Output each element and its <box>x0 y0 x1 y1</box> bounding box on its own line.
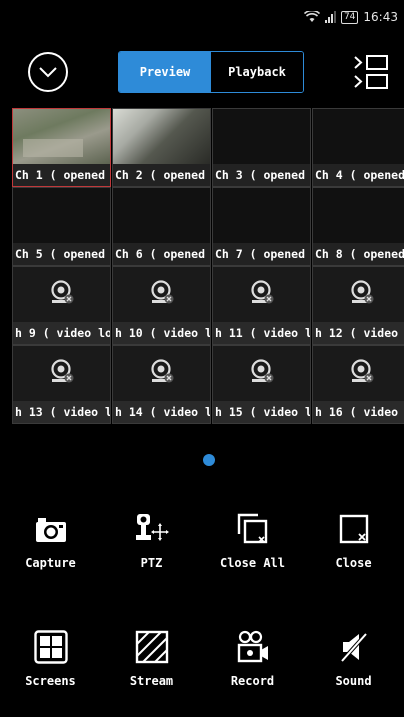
video-feed <box>13 109 110 164</box>
camera-offline-icon <box>49 280 75 310</box>
channel-cell[interactable]: h 15 ( video l <box>212 345 311 424</box>
channel-cell[interactable]: Ch 1 ( opened <box>12 108 111 187</box>
channel-label: Ch 8 ( opened <box>313 243 404 265</box>
screens-button[interactable]: Screens <box>0 630 101 688</box>
channel-label: h 10 ( video l <box>113 322 210 344</box>
ptz-button[interactable]: PTZ <box>101 512 202 570</box>
channel-cell[interactable]: h 10 ( video l <box>112 266 211 345</box>
channel-label: Ch 7 ( opened <box>213 243 310 265</box>
stream-button[interactable]: Stream <box>101 630 202 688</box>
sound-muted-icon <box>339 631 368 664</box>
channel-cell[interactable]: Ch 3 ( opened <box>212 108 311 187</box>
channel-cell[interactable]: h 16 ( video <box>312 345 404 424</box>
toolbar-row-1: Capture PTZ Close All Close <box>0 512 404 570</box>
channel-label: h 12 ( video l <box>313 322 404 344</box>
channel-label: Ch 3 ( opened <box>213 164 310 186</box>
channel-label: Ch 1 ( opened <box>13 164 110 186</box>
channel-label: h 15 ( video l <box>213 401 310 423</box>
clock: 16:43 <box>363 10 398 24</box>
channel-label: h 14 ( video l <box>113 401 210 423</box>
sound-label: Sound <box>335 674 372 688</box>
signal-icon <box>324 11 336 23</box>
video-feed <box>113 109 210 164</box>
status-bar: 74 16:43 <box>0 0 404 36</box>
channel-label: Ch 2 ( opened <box>113 164 210 186</box>
capture-label: Capture <box>25 556 76 570</box>
close-all-icon <box>237 513 267 544</box>
channel-label: Ch 5 ( opened <box>13 243 110 265</box>
close-window-icon <box>339 514 368 544</box>
header: Preview Playback <box>0 40 404 108</box>
battery-indicator: 74 <box>340 10 359 24</box>
channel-label: h 16 ( video <box>313 401 404 423</box>
close-all-label: Close All <box>219 556 286 570</box>
channel-cell[interactable]: Ch 4 ( opened <box>312 108 404 187</box>
capture-button[interactable]: Capture <box>0 512 101 570</box>
screens-grid-icon <box>33 630 68 664</box>
camera-offline-icon <box>349 280 375 310</box>
stream-label: Stream <box>129 674 174 688</box>
channel-cell[interactable]: h 11 ( video l <box>212 266 311 345</box>
channel-label: Ch 6 ( opened <box>113 243 210 265</box>
close-label: Close <box>335 556 372 570</box>
camera-offline-icon <box>49 359 75 389</box>
ptz-label: PTZ <box>140 556 163 570</box>
close-button[interactable]: Close <box>303 512 404 570</box>
channel-cell[interactable]: Ch 8 ( opened <box>312 187 404 266</box>
channel-cell[interactable]: Ch 2 ( opened <box>112 108 211 187</box>
tab-playback[interactable]: Playback <box>211 52 303 92</box>
stream-icon <box>135 630 168 664</box>
channel-cell[interactable]: h 14 ( video l <box>112 345 211 424</box>
channel-label: h 9 ( video lo <box>13 322 110 344</box>
close-all-button[interactable]: Close All <box>202 512 303 570</box>
channel-cell[interactable]: Ch 7 ( opened <box>212 187 311 266</box>
tab-preview[interactable]: Preview <box>119 52 211 92</box>
channel-grid: Ch 1 ( opened Ch 2 ( opened Ch 3 ( opened C… <box>12 108 404 424</box>
channel-cell[interactable]: h 13 ( video l <box>12 345 111 424</box>
device-list-icon[interactable] <box>353 54 389 90</box>
channel-cell[interactable]: Ch 6 ( opened <box>112 187 211 266</box>
channel-label: h 11 ( video l <box>213 322 310 344</box>
camera-offline-icon <box>249 359 275 389</box>
page-indicator-dot[interactable] <box>203 454 215 466</box>
channel-cell[interactable]: h 12 ( video l <box>312 266 404 345</box>
sound-button[interactable]: Sound <box>303 630 404 688</box>
record-label: Record <box>230 674 275 688</box>
channel-label: Ch 4 ( opened <box>313 164 404 186</box>
chevron-down-circle-icon[interactable] <box>28 52 68 92</box>
channel-label: h 13 ( video l <box>13 401 110 423</box>
wifi-icon <box>303 11 320 22</box>
record-button[interactable]: Record <box>202 630 303 688</box>
camera-offline-icon <box>349 359 375 389</box>
camera-icon <box>35 518 66 542</box>
record-icon <box>237 630 268 663</box>
ptz-icon <box>135 514 169 541</box>
camera-offline-icon <box>149 359 175 389</box>
camera-offline-icon <box>149 280 175 310</box>
toolbar-row-2: Screens Stream Record Sound <box>0 630 404 688</box>
channel-cell[interactable]: h 9 ( video lo <box>12 266 111 345</box>
camera-offline-icon <box>249 280 275 310</box>
channel-cell[interactable]: Ch 5 ( opened <box>12 187 111 266</box>
mode-switch: Preview Playback <box>118 51 304 93</box>
screens-label: Screens <box>25 674 76 688</box>
